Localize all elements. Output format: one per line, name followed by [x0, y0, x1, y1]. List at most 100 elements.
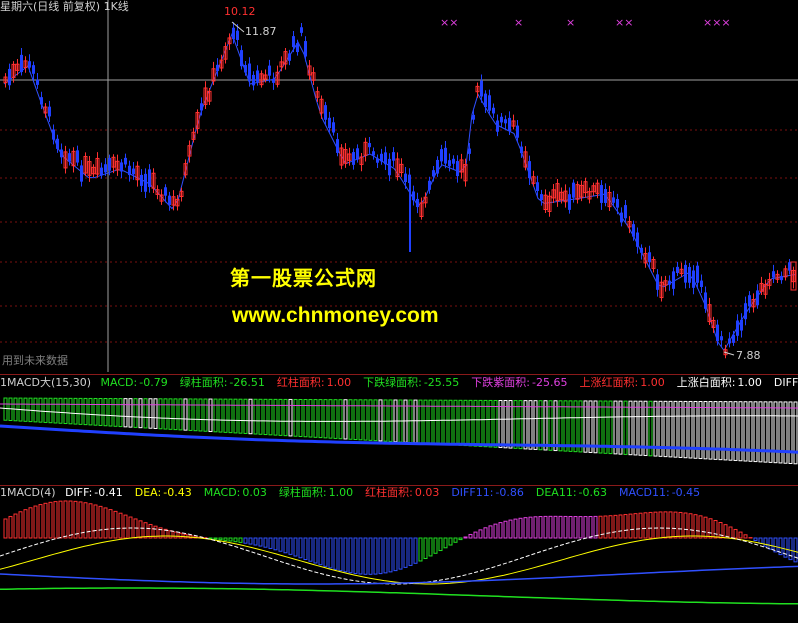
macd-big-canvas[interactable] [0, 376, 798, 484]
macd-big-bar [268, 398, 273, 436]
macd4-bar [253, 537, 258, 546]
macd4-bar [168, 530, 173, 539]
macd4-bar [688, 513, 693, 539]
macd4-bar [213, 537, 218, 540]
macd-big-bar [198, 398, 203, 432]
candle-body [568, 194, 571, 210]
macd-big-item-value: 1.00 [737, 376, 762, 389]
candle-body [120, 162, 123, 172]
candle-body [232, 27, 235, 40]
macd4-bar [228, 537, 233, 542]
macd4-item-label: DEA11: [535, 486, 577, 499]
macd4-bar [218, 537, 223, 541]
candle-body [372, 151, 375, 156]
macd-big-bar [213, 398, 218, 433]
candle-body [272, 78, 275, 83]
macd-big-bar [518, 400, 523, 450]
macd-big-bar [163, 398, 168, 430]
candle-body [484, 93, 487, 108]
candle-body [108, 157, 111, 171]
watermark-url: www.chnmoney.com [232, 304, 439, 327]
macd-big-bar [108, 398, 113, 427]
macd4-item-label: MACD: [203, 486, 241, 499]
macd4-bar [118, 512, 123, 539]
macd-big-bar [273, 398, 278, 436]
macd-big-bar [278, 398, 283, 436]
macd-big-bar [288, 398, 293, 437]
macd-big-item-value: -26.51 [229, 376, 265, 389]
candle-body [256, 70, 259, 82]
macd-big-item: 下跌绿面积: -25.55 [363, 376, 465, 389]
macd4-item: DIFF11: -0.86 [451, 486, 530, 499]
future-data-note: 用到未来数据 [2, 354, 68, 367]
candle-body [384, 152, 387, 165]
macd-big-bar [148, 398, 153, 429]
macd4-bar [278, 537, 283, 552]
macd-big-item-value: -0.79 [139, 376, 168, 389]
macd4-bar [553, 515, 558, 539]
macd-big-bar [223, 398, 228, 433]
macd4-item: MACD11: -0.45 [619, 486, 706, 499]
candle-body [352, 152, 355, 165]
macd4-bar [453, 537, 458, 543]
macd4-bar [538, 516, 543, 539]
candle-body [696, 265, 699, 283]
macd4-canvas[interactable] [0, 486, 798, 623]
macd-big-bar [708, 401, 713, 460]
macd4-item: DEA11: -0.63 [536, 486, 613, 499]
macd-big-item-value: -25.55 [423, 376, 460, 389]
macd4-bar [793, 537, 798, 563]
macd-big-bar [733, 401, 738, 461]
macd-big-pane[interactable]: 1MACD大(15,30) MACD: -0.79 绿柱面积: -26.51 红柱面积:… [0, 376, 798, 484]
macd4-bar [323, 537, 328, 567]
macd-big-bar [98, 397, 103, 426]
macd4-bar [518, 517, 523, 539]
macd4-bar [653, 511, 658, 539]
macd4-bar [573, 516, 578, 539]
macd-big-item: MACD: -0.79 [101, 376, 174, 389]
indicator-name: 1MACD(4) [0, 486, 56, 499]
macd4-bar [513, 518, 518, 539]
macd4-bar [233, 537, 238, 543]
candle-body [328, 117, 331, 129]
macd-big-bar [568, 400, 573, 452]
macd4-bar [668, 511, 673, 539]
kline-pane[interactable]: 星期六(日线 前复权) 1K线 10.12 11.87 7.88 ×× × × … [0, 0, 798, 372]
candle-body [720, 336, 723, 341]
candle-body [636, 232, 639, 247]
candle-body [508, 117, 511, 132]
macd-big-bar [253, 398, 258, 435]
macd-big-bar [728, 401, 733, 461]
macd4-bar [493, 523, 498, 539]
macd-big-bar [573, 400, 578, 453]
candle-body [468, 148, 471, 154]
candle-body [60, 149, 63, 158]
macd4-bar [258, 537, 263, 547]
candle-body [216, 64, 219, 72]
macd-big-bar [433, 399, 438, 445]
macd4-bar [508, 519, 513, 539]
macd4-bar [548, 515, 553, 539]
macd-big-bar [73, 397, 78, 425]
macd4-bar [48, 501, 53, 539]
macd-big-bar [118, 398, 123, 428]
macd4-bar [3, 518, 8, 539]
macd-big-item: 绿柱面积: -26.51 [180, 376, 271, 389]
low-price-label: 7.88 [736, 349, 761, 362]
macd4-bar [738, 531, 743, 539]
kline-title: 星期六(日线 前复权) 1K线 [0, 0, 135, 13]
candle-body [200, 103, 203, 111]
macd-big-item-value: 1.00 [326, 376, 352, 389]
macd4-bar [698, 515, 703, 539]
macd4-pane[interactable]: 1MACD(4) DIFF: -0.41 DEA: -0.43 MACD: 0.03 绿柱面… [0, 486, 798, 623]
macd4-bar [138, 520, 143, 539]
macd4-bar [733, 528, 738, 539]
macd-big-item: 下跌紫面积: -25.65 [471, 376, 573, 389]
macd4-bar [288, 537, 293, 555]
candle-body [736, 320, 739, 336]
macd4-item-value: 1.00 [328, 486, 354, 499]
macd4-bar [528, 516, 533, 539]
candle-body [704, 292, 707, 309]
macd-big-bar [508, 400, 513, 449]
macd4-bar [743, 534, 748, 539]
